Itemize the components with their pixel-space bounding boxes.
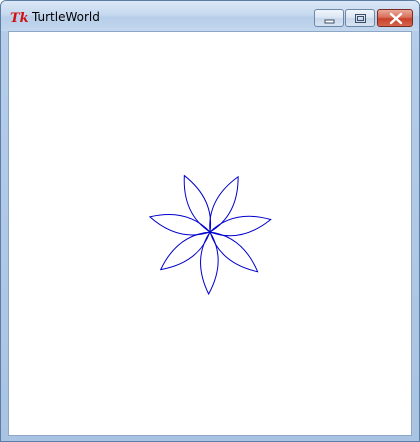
- window-title: TurtleWorld: [32, 10, 100, 24]
- turtle-canvas: [148, 174, 272, 296]
- flower-petal: [183, 174, 212, 233]
- maximize-button[interactable]: [345, 9, 375, 27]
- minimize-icon: [324, 19, 335, 24]
- turtle-canvas-area: [8, 31, 412, 436]
- title-bar[interactable]: Tk TurtleWorld: [1, 1, 419, 31]
- flower-petal: [209, 175, 239, 233]
- turtleworld-window: Tk TurtleWorld: [0, 0, 420, 442]
- svg-text:Tk: Tk: [10, 11, 28, 24]
- flower-petal: [200, 231, 219, 296]
- flower-petal: [159, 231, 211, 271]
- close-icon: [389, 12, 403, 25]
- tk-feather-icon: Tk: [10, 11, 28, 24]
- minimize-button[interactable]: [314, 9, 344, 27]
- close-button[interactable]: [377, 9, 413, 27]
- maximize-icon: [355, 14, 366, 23]
